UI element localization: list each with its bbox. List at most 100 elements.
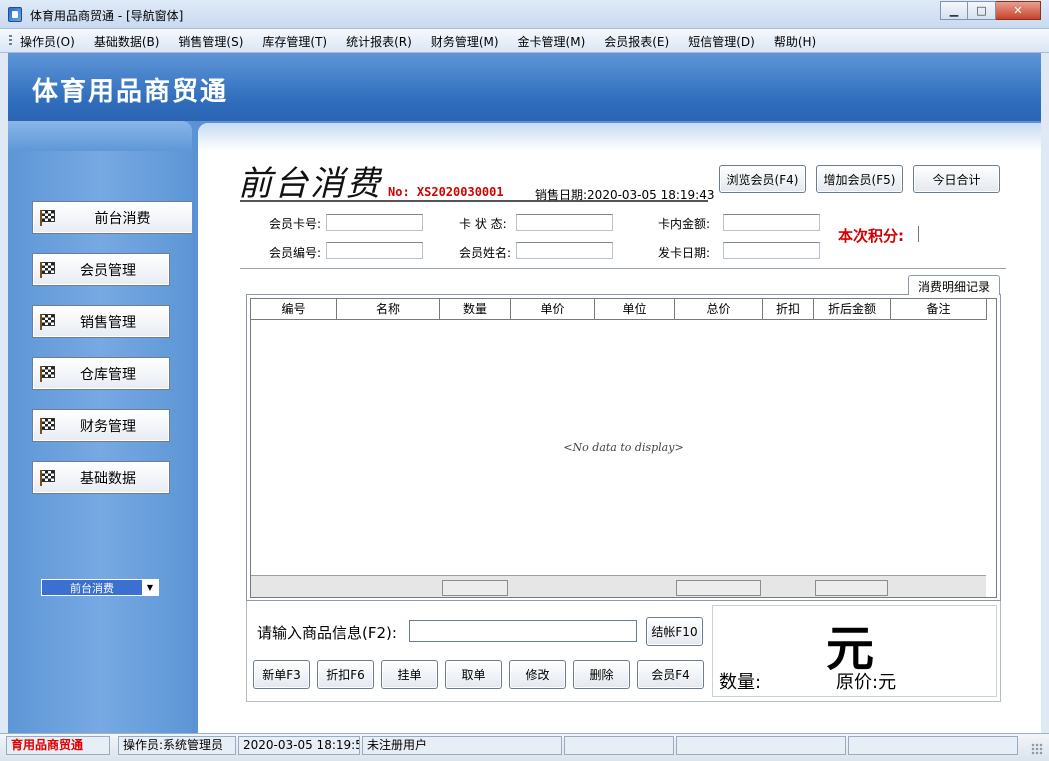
menu-operator[interactable]: 操作员(O) xyxy=(20,33,75,50)
nav-member-management[interactable]: 会员管理 xyxy=(32,253,170,286)
nav-warehouse-management[interactable]: 仓库管理 xyxy=(32,357,170,390)
footer-total-sum xyxy=(676,580,761,596)
nav-label: 销售管理 xyxy=(80,314,136,331)
status-app-name: 育用品商贸通 xyxy=(6,736,110,755)
checkered-flag-icon xyxy=(39,417,57,435)
status-panel xyxy=(676,736,846,755)
quantity-label: 数量: xyxy=(719,672,762,693)
checkered-flag-icon xyxy=(39,261,57,279)
col-header-discount[interactable]: 折扣 xyxy=(763,299,814,320)
issue-date-field[interactable] xyxy=(723,242,820,259)
checkered-flag-icon xyxy=(39,469,57,487)
col-header-id[interactable]: 编号 xyxy=(251,299,337,320)
checkered-flag-icon xyxy=(39,365,57,383)
menu-gold-card[interactable]: 金卡管理(M) xyxy=(518,33,586,50)
menu-sms[interactable]: 短信管理(D) xyxy=(688,33,755,50)
add-member-button[interactable]: 增加会员(F5) xyxy=(816,165,903,193)
delete-button[interactable]: 删除 xyxy=(573,660,630,689)
status-operator: 操作员:系统管理员 xyxy=(118,736,236,755)
points-label: 本次积分: xyxy=(838,227,904,245)
goods-input-label: 请输入商品信息(F2): xyxy=(257,624,397,642)
menu-inventory[interactable]: 库存管理(T) xyxy=(262,33,327,50)
points-field[interactable] xyxy=(918,226,919,242)
nav-basic-data[interactable]: 基础数据 xyxy=(32,461,170,494)
grid-summary-footer xyxy=(251,575,986,597)
order-number: No: XS2020030001 xyxy=(388,185,504,199)
grid-header: 编号 名称 数量 单价 单位 总价 折扣 折后金额 备注 xyxy=(251,299,987,320)
nav-front-sales[interactable]: 前台消费 xyxy=(32,201,198,234)
issue-date-label: 发卡日期: xyxy=(658,246,711,260)
menu-help[interactable]: 帮助(H) xyxy=(774,33,816,50)
close-button[interactable]: ✕ xyxy=(996,1,1041,20)
member-name-field[interactable] xyxy=(516,242,613,259)
menu-basic-data[interactable]: 基础数据(B) xyxy=(94,33,160,50)
status-bar: 育用品商贸通 操作员:系统管理员 2020-03-05 18:19:52 未注册… xyxy=(0,733,1049,761)
nav-finance-management[interactable]: 财务管理 xyxy=(32,409,170,442)
col-header-remark[interactable]: 备注 xyxy=(891,299,987,320)
nav-label: 财务管理 xyxy=(80,418,136,435)
app-title: 体育用品商贸通 xyxy=(32,77,229,107)
col-header-unit-price[interactable]: 单价 xyxy=(511,299,595,320)
new-order-button[interactable]: 新单F3 xyxy=(253,660,310,689)
menu-bar: 操作员(O) 基础数据(B) 销售管理(S) 库存管理(T) 统计报表(R) 财… xyxy=(0,29,1049,53)
col-header-qty[interactable]: 数量 xyxy=(440,299,511,320)
discount-button[interactable]: 折扣F6 xyxy=(317,660,374,689)
menu-grip-icon[interactable] xyxy=(9,35,12,47)
col-header-name[interactable]: 名称 xyxy=(337,299,440,320)
card-balance-label: 卡内金额: xyxy=(658,217,711,231)
maximize-button[interactable]: □ xyxy=(968,1,996,20)
grid-empty-message: <No data to display> xyxy=(563,441,684,454)
card-status-label: 卡 状 态: xyxy=(459,217,507,231)
nav-label: 仓库管理 xyxy=(80,366,136,383)
status-panel xyxy=(564,736,674,755)
checkered-flag-icon xyxy=(39,209,57,227)
card-balance-field[interactable] xyxy=(723,214,820,231)
card-no-label: 会员卡号: xyxy=(269,217,322,231)
goods-input[interactable] xyxy=(409,620,637,642)
nav-label: 前台消费 xyxy=(94,210,151,227)
member-no-field[interactable] xyxy=(326,242,423,259)
browse-member-button[interactable]: 浏览会员(F4) xyxy=(719,165,806,193)
app-header: 体育用品商贸通 xyxy=(8,53,1041,121)
menu-finance[interactable]: 财务管理(M) xyxy=(431,33,499,50)
nav-select-value: 前台消费 xyxy=(70,581,114,595)
edit-button[interactable]: 修改 xyxy=(509,660,566,689)
window-title: 体育用品商贸通 - [导航窗体] xyxy=(30,9,184,23)
tab-consumption-detail[interactable]: 消费明细记录 xyxy=(908,275,1000,295)
window-controls: ▁ □ ✕ xyxy=(940,1,1041,20)
card-no-field[interactable] xyxy=(326,214,423,231)
footer-qty-sum xyxy=(442,580,508,596)
dropdown-arrow-icon[interactable]: ▼ xyxy=(142,580,158,595)
title-bar: 体育用品商贸通 - [导航窗体] ▁ □ ✕ xyxy=(0,0,1049,29)
col-header-total[interactable]: 总价 xyxy=(675,299,763,320)
status-panel xyxy=(848,736,1018,755)
nav-label: 会员管理 xyxy=(80,262,136,279)
today-total-button[interactable]: 今日合计 xyxy=(913,165,1000,193)
menu-member-reports[interactable]: 会员报表(E) xyxy=(604,33,669,50)
left-nav: 前台消费 会员管理 销售管理 仓库管理 财务管理 基础数据 前台消费 ▼ xyxy=(8,121,198,733)
original-price-label: 原价:元 xyxy=(836,672,897,693)
menu-sales[interactable]: 销售管理(S) xyxy=(178,33,243,50)
minimize-button[interactable]: ▁ xyxy=(940,1,968,20)
page-title: 前台消费 xyxy=(238,164,382,204)
nav-label: 基础数据 xyxy=(80,470,136,487)
retrieve-order-button[interactable]: 取单 xyxy=(445,660,502,689)
menu-reports[interactable]: 统计报表(R) xyxy=(346,33,412,50)
detail-grid[interactable]: 编号 名称 数量 单价 单位 总价 折扣 折后金额 备注 <No data to… xyxy=(250,298,997,598)
app-icon xyxy=(8,7,22,22)
status-datetime: 2020-03-05 18:19:52 xyxy=(238,736,360,755)
footer-discounted-sum xyxy=(815,580,888,596)
status-registration: 未注册用户 xyxy=(362,736,562,755)
resize-grip-icon[interactable] xyxy=(1031,743,1043,755)
col-header-discounted-amount[interactable]: 折后金额 xyxy=(814,299,891,320)
sale-date: 销售日期:2020-03-05 18:19:43 xyxy=(535,188,715,202)
nav-module-select[interactable]: 前台消费 ▼ xyxy=(41,579,159,596)
hold-order-button[interactable]: 挂单 xyxy=(381,660,438,689)
card-status-field[interactable] xyxy=(516,214,613,231)
col-header-unit[interactable]: 单位 xyxy=(595,299,675,320)
member-button[interactable]: 会员F4 xyxy=(637,660,704,689)
checkout-button[interactable]: 结帐F10 xyxy=(646,617,703,646)
nav-sales-management[interactable]: 销售管理 xyxy=(32,305,170,338)
checkered-flag-icon xyxy=(39,313,57,331)
member-no-label: 会员编号: xyxy=(269,246,322,260)
